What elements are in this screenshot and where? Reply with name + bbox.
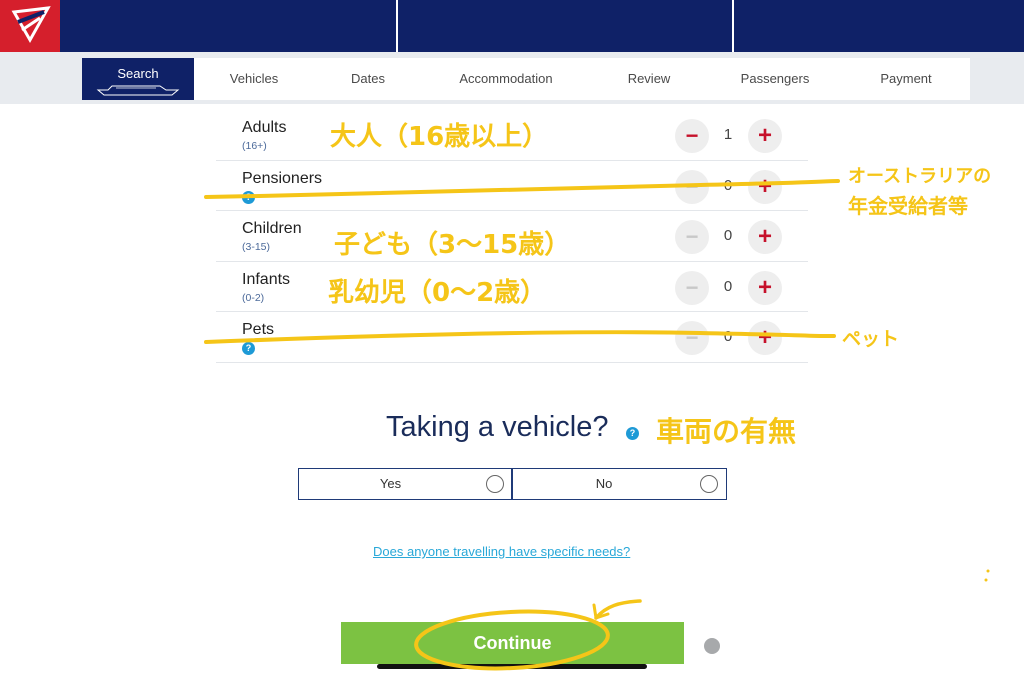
annotation-adults: 大人（16歳以上） xyxy=(330,122,549,152)
booking-steps-nav: Search Vehicles Dates Accommodation Revi… xyxy=(82,58,970,100)
vehicle-no-label: No xyxy=(595,476,613,491)
pensioners-count: 0 xyxy=(723,176,733,194)
brand-logo[interactable] xyxy=(0,0,60,52)
continue-button[interactable]: Continue xyxy=(341,622,684,664)
pets-count: 0 xyxy=(723,328,733,345)
top-bar xyxy=(0,0,1024,52)
decrement-pensioners-button[interactable]: − xyxy=(675,169,709,204)
vehicle-no-radio[interactable] xyxy=(700,475,718,493)
annotation-children: 子ども（3〜15歳） xyxy=(334,230,571,260)
top-bar-divider xyxy=(732,0,734,52)
help-icon[interactable]: ? xyxy=(242,342,255,355)
infants-count: 0 xyxy=(723,277,733,295)
annotation-vehicle: 車両の有無 xyxy=(656,415,797,448)
decrement-infants-button[interactable]: − xyxy=(675,270,709,305)
help-icon[interactable]: ? xyxy=(242,190,255,204)
annotation-pets: ペット xyxy=(842,328,900,350)
specific-needs-link[interactable]: Does anyone travelling have specific nee… xyxy=(373,544,630,559)
ferry-icon xyxy=(96,85,180,96)
vehicle-yes-radio[interactable] xyxy=(486,475,504,493)
passenger-label: Pets xyxy=(242,321,275,338)
passenger-label: Infants xyxy=(242,270,291,288)
decrement-pets-button[interactable]: − xyxy=(675,321,709,355)
decrement-adults-button[interactable]: − xyxy=(675,119,709,153)
passenger-label: Adults xyxy=(242,119,287,136)
vehicle-yes-option[interactable]: Yes xyxy=(298,468,513,500)
decrement-children-button[interactable]: − xyxy=(675,220,709,254)
increment-infants-button[interactable]: + xyxy=(748,270,782,305)
step-search-label: Search xyxy=(117,66,159,81)
vehicle-help-icon[interactable]: ? xyxy=(626,427,639,440)
increment-adults-button[interactable]: + xyxy=(748,119,782,153)
assistive-touch-dot[interactable] xyxy=(704,638,720,654)
annotation-pensioners-line1: オーストラリアの xyxy=(848,166,992,187)
step-payment[interactable]: Payment xyxy=(842,58,970,100)
top-bar-divider xyxy=(396,0,398,52)
step-review[interactable]: Review xyxy=(590,58,708,100)
vehicle-no-option[interactable]: No xyxy=(511,468,727,500)
passenger-age-range: (0-2) xyxy=(242,291,265,304)
increment-pensioners-button[interactable]: + xyxy=(748,169,782,204)
passenger-age-range: (3-15) xyxy=(242,241,271,253)
passenger-label: Children xyxy=(242,220,302,237)
step-vehicles[interactable]: Vehicles xyxy=(194,58,314,100)
vehicle-question-heading: Taking a vehicle? xyxy=(386,411,609,443)
step-accommodation[interactable]: Accommodation xyxy=(422,58,590,100)
adults-count: 1 xyxy=(723,126,733,143)
home-indicator xyxy=(377,664,647,669)
annotation-pensioners-line2: 年金受給者等 xyxy=(848,194,968,218)
children-count: 0 xyxy=(723,227,733,244)
passenger-row-pets: Pets ? − 0 + xyxy=(216,312,808,363)
step-passengers[interactable]: Passengers xyxy=(708,58,842,100)
annotation-infants: 乳幼児（0〜2歳） xyxy=(328,278,547,308)
vehicle-yes-label: Yes xyxy=(379,476,402,491)
increment-pets-button[interactable]: + xyxy=(748,321,782,355)
increment-children-button[interactable]: + xyxy=(748,220,782,254)
logo-icon xyxy=(11,6,51,44)
ferry-booking-page: Search Vehicles Dates Accommodation Revi… xyxy=(0,0,1024,676)
step-dates[interactable]: Dates xyxy=(314,58,422,100)
passenger-label: Pensioners xyxy=(242,169,323,187)
step-search[interactable]: Search xyxy=(82,58,194,100)
passenger-row-pensioners: Pensioners ? − 0 + xyxy=(216,161,808,211)
passenger-age-range: (16+) xyxy=(242,140,267,152)
